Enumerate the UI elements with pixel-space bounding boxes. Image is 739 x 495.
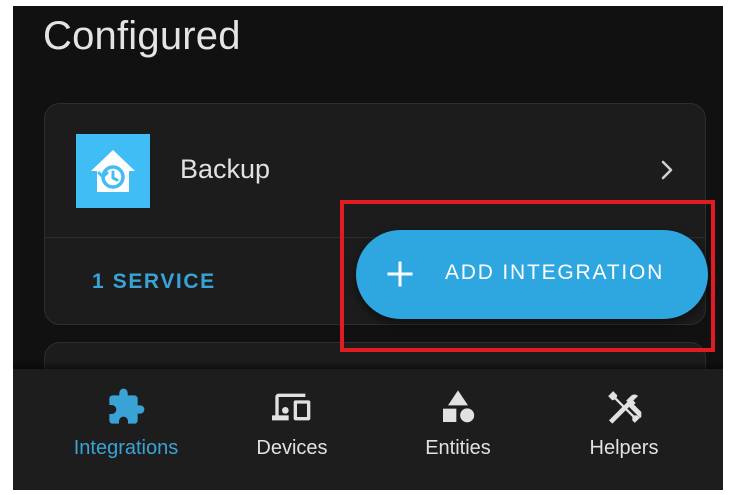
- page-title: Configured: [43, 14, 241, 58]
- devices-icon: [272, 387, 312, 427]
- integration-card-header[interactable]: Backup: [45, 104, 705, 238]
- nav-label: Entities: [425, 437, 491, 459]
- bottom-navigation: Integrations Devices Entities Helpers: [13, 369, 723, 490]
- nav-tab-devices[interactable]: Devices: [209, 369, 375, 490]
- chevron-right-icon: [655, 158, 679, 182]
- home-assistant-backup-icon: [76, 134, 150, 208]
- tools-icon: [604, 387, 644, 427]
- nav-label: Helpers: [589, 437, 659, 459]
- nav-tab-helpers[interactable]: Helpers: [541, 369, 707, 490]
- nav-label: Devices: [256, 437, 328, 459]
- nav-tab-entities[interactable]: Entities: [375, 369, 541, 490]
- integration-title: Backup: [180, 154, 271, 184]
- service-count-link[interactable]: 1 SERVICE: [92, 270, 216, 294]
- add-integration-label: ADD INTEGRATION: [445, 261, 665, 284]
- add-integration-button[interactable]: ADD INTEGRATION: [356, 230, 708, 319]
- shapes-icon: [438, 387, 478, 427]
- nav-label: Integrations: [73, 437, 179, 459]
- plus-icon: [386, 260, 414, 288]
- puzzle-icon: [106, 387, 146, 427]
- app-screen: Configured Backup 1 SERVICE Integrations…: [13, 6, 723, 490]
- nav-tab-integrations[interactable]: Integrations: [43, 369, 209, 490]
